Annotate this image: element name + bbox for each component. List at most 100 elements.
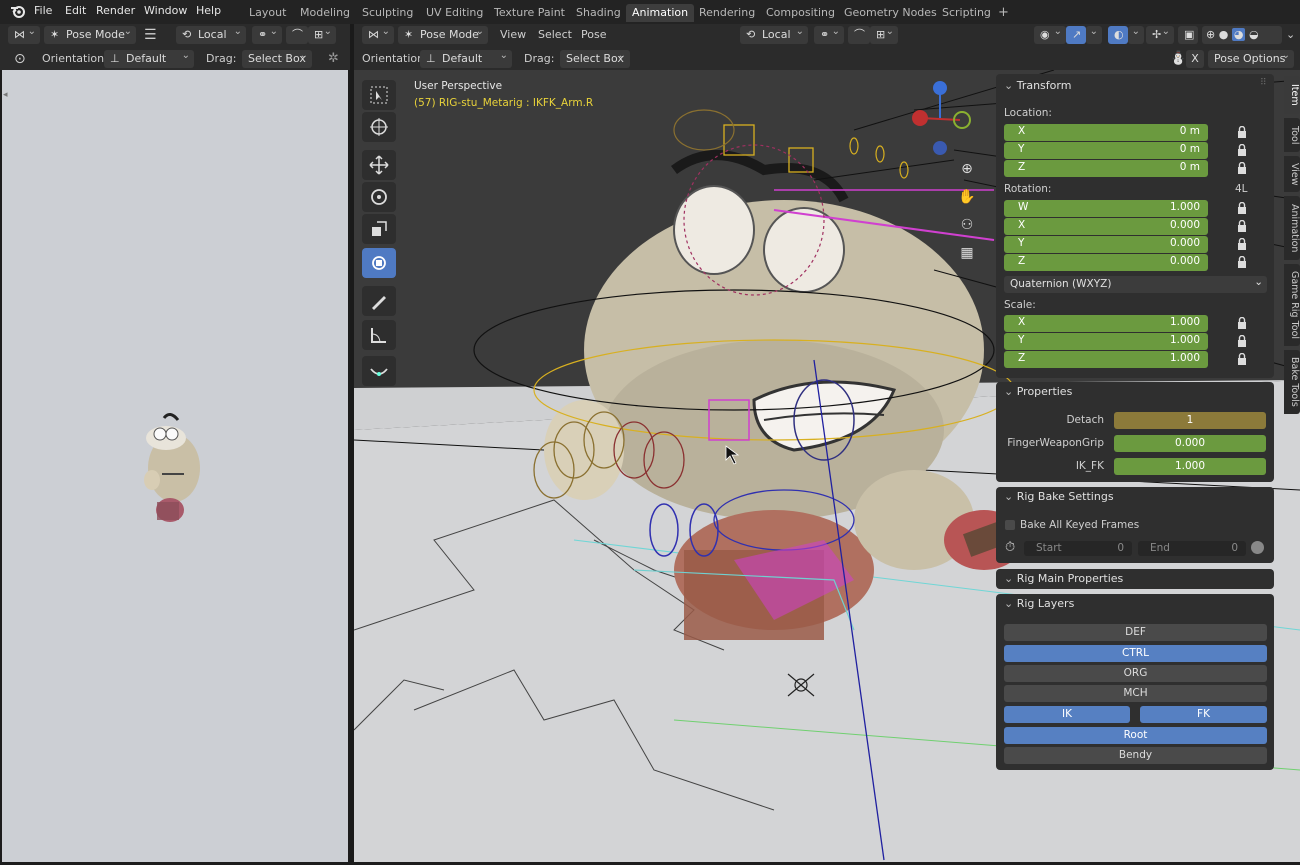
move-tool-icon[interactable] <box>362 150 396 180</box>
pan-hand-icon[interactable]: ✋ <box>956 186 978 208</box>
rig-layers-title[interactable]: Rig Layers <box>1004 594 1075 614</box>
tab-layout[interactable]: Layout <box>243 4 292 22</box>
layer-fk-button[interactable]: FK <box>1140 706 1267 723</box>
sidetab-item[interactable]: Item <box>1284 76 1300 114</box>
tab-shading[interactable]: Shading <box>570 4 627 22</box>
viewport-magnet-icon[interactable]: ⌒ <box>848 26 870 44</box>
bake-start-field[interactable]: Start 0 <box>1024 541 1132 556</box>
pin-icon[interactable]: ✲ <box>328 50 339 68</box>
lock-scale-z-icon[interactable] <box>1237 353 1247 365</box>
hamburger-icon[interactable]: ☰ <box>144 26 157 44</box>
menu-help[interactable]: Help <box>196 4 221 17</box>
rotation-w-field[interactable]: W 1.000 <box>1004 200 1208 217</box>
tab-animation[interactable]: Animation <box>626 4 695 22</box>
rig-bake-title[interactable]: Rig Bake Settings <box>1004 487 1114 507</box>
layer-root-button[interactable]: Root <box>1004 727 1267 744</box>
layer-bendy-button[interactable]: Bendy <box>1004 747 1267 764</box>
lock-location-x-icon[interactable] <box>1237 126 1247 138</box>
cursor-tool-icon[interactable] <box>362 112 396 142</box>
viewport-snap-icon[interactable]: ⊞ <box>870 23 898 44</box>
location-x-field[interactable]: X0 m <box>1004 124 1208 141</box>
scale-x-field[interactable]: X 1.000 <box>1004 315 1208 332</box>
editor-type-icon[interactable]: ⋈ <box>8 23 40 44</box>
blender-logo-icon[interactable] <box>10 3 26 22</box>
gizmo-toggle-icon[interactable]: ↗ <box>1066 26 1086 44</box>
visibility-eye-icon[interactable]: ◉ <box>1034 23 1066 44</box>
pose-options-button[interactable]: Pose Options <box>1208 47 1294 68</box>
viewport-pivot-icon[interactable]: ⚭ <box>814 23 844 44</box>
material-shading-icon[interactable]: ◕ <box>1231 28 1246 41</box>
rotation-4l-toggle[interactable]: 4L <box>1235 183 1248 195</box>
wireframe-shading-icon[interactable]: ⊕ <box>1206 28 1215 41</box>
overlay-dropdown-icon[interactable] <box>1128 23 1144 44</box>
location-y-field[interactable]: Y0 m <box>1004 142 1208 159</box>
prop-field-ik-fk[interactable]: 1.000 <box>1114 458 1266 475</box>
shading-modes[interactable]: ⊕ ● ◕ ◒ <box>1202 26 1282 44</box>
rotation-z-field[interactable]: Z 0.000 <box>1004 254 1208 271</box>
sidetab-animation[interactable]: Animation <box>1284 196 1300 260</box>
left-collapse-icon[interactable]: ◂ <box>3 86 8 104</box>
sidetab-tool[interactable]: Tool <box>1284 118 1300 152</box>
menu-file[interactable]: File <box>34 4 52 17</box>
select-box-tool-icon[interactable] <box>362 80 396 110</box>
lock-rotation-y-icon[interactable] <box>1237 238 1247 250</box>
tab-sculpting[interactable]: Sculpting <box>356 4 419 22</box>
layer-ik-button[interactable]: IK <box>1004 706 1130 723</box>
rotation-x-field[interactable]: X 0.000 <box>1004 218 1208 235</box>
viewport-drag-select[interactable]: Select Box <box>560 47 630 68</box>
camera-view-icon[interactable]: ⚇ <box>956 214 978 236</box>
rendered-shading-icon[interactable]: ◒ <box>1249 28 1259 41</box>
tab-geometry-nodes[interactable]: Geometry Nodes <box>838 4 943 22</box>
viewport-transform-space[interactable]: ⟲ Local <box>740 23 808 44</box>
menu-render[interactable]: Render <box>96 4 135 17</box>
layer-ctrl-button[interactable]: CTRL <box>1004 645 1267 662</box>
sidetab-game-rig-tool[interactable]: Game Rig Tool <box>1284 264 1300 346</box>
lock-rotation-z-icon[interactable] <box>1237 256 1247 268</box>
viewport-orientation-select[interactable]: ⊥ Default <box>420 47 512 68</box>
xray-icon[interactable]: ▣ <box>1178 26 1198 44</box>
annotate-tool-icon[interactable] <box>362 286 396 316</box>
lock-rotation-w-icon[interactable] <box>1237 202 1247 214</box>
snap-icon[interactable]: ⊞ <box>308 23 336 44</box>
menu-window[interactable]: Window <box>144 4 187 17</box>
tab-uv-editing[interactable]: UV Editing <box>420 4 489 22</box>
properties-panel-title[interactable]: Properties <box>1004 382 1073 402</box>
left-mode-select[interactable]: ✶ Pose Mode <box>44 23 136 44</box>
lock-location-y-icon[interactable] <box>1237 144 1247 156</box>
transform-tool-icon[interactable] <box>362 248 396 278</box>
ortho-grid-icon[interactable]: ▦ <box>956 242 978 264</box>
tab-compositing[interactable]: Compositing <box>760 4 841 22</box>
tab-scripting[interactable]: Scripting <box>936 4 997 22</box>
layer-mch-button[interactable]: MCH <box>1004 685 1267 702</box>
layer-org-button[interactable]: ORG <box>1004 665 1267 682</box>
bake-all-checkbox[interactable] <box>1005 520 1015 530</box>
x-mirror-button[interactable]: X <box>1186 50 1204 68</box>
lock-scale-y-icon[interactable] <box>1237 335 1247 347</box>
bone-overlay-icon[interactable]: ✢ <box>1146 23 1174 44</box>
rotation-y-field[interactable]: Y 0.000 <box>1004 236 1208 253</box>
tool-settings-icon[interactable]: ⊙ <box>14 50 26 68</box>
measure-tool-icon[interactable] <box>362 320 396 350</box>
menu-view[interactable]: View <box>500 26 526 44</box>
left-transform-space[interactable]: ⟲ Local <box>176 23 246 44</box>
pivot-icon[interactable]: ⚭ <box>252 23 282 44</box>
viewport-mode-select[interactable]: ✶ Pose Mode <box>398 23 488 44</box>
zoom-icon[interactable]: ⊕ <box>956 158 978 180</box>
prop-field-fingerweapongrip[interactable]: 0.000 <box>1114 435 1266 452</box>
rig-ui-icon[interactable]: ⛄ <box>1170 50 1186 68</box>
left-orientation-select[interactable]: ⊥ Default <box>104 47 194 68</box>
magnet-icon[interactable]: ⌒ <box>286 26 308 44</box>
scale-tool-icon[interactable] <box>362 214 396 244</box>
lock-location-z-icon[interactable] <box>1237 162 1247 174</box>
sidetab-view[interactable]: View <box>1284 156 1300 192</box>
tab-modeling[interactable]: Modeling <box>294 4 356 22</box>
rig-main-title[interactable]: Rig Main Properties <box>1004 569 1124 589</box>
left-camera-view[interactable] <box>2 70 348 862</box>
prop-field-detach[interactable]: 1 <box>1114 412 1266 429</box>
layer-def-button[interactable]: DEF <box>1004 624 1267 641</box>
lock-scale-x-icon[interactable] <box>1237 317 1247 329</box>
left-drag-select[interactable]: Select Box <box>242 47 312 68</box>
bake-button-icon[interactable] <box>1251 541 1264 554</box>
overlay-toggle-icon[interactable]: ◐ <box>1108 26 1128 44</box>
menu-pose[interactable]: Pose <box>581 26 606 44</box>
